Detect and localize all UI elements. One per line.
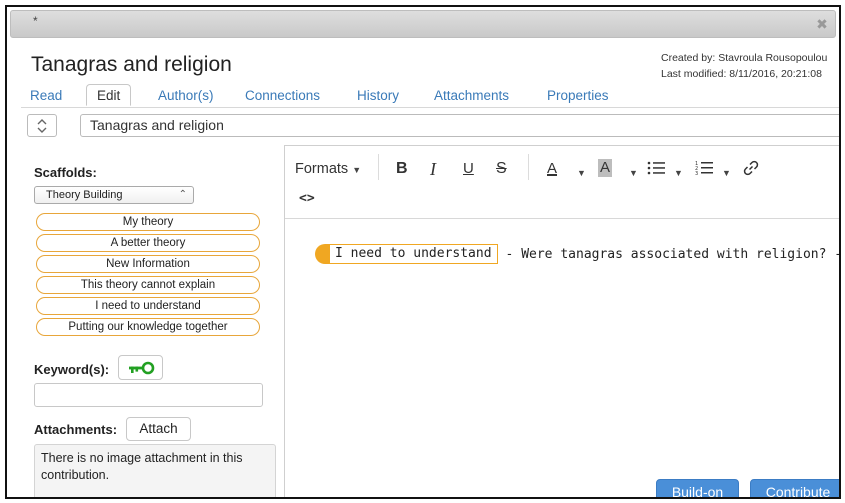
keywords-label: Keyword(s): xyxy=(34,362,110,377)
attachments-label: Attachments: xyxy=(34,422,118,437)
numbered-list-icon[interactable]: 1 2 3 xyxy=(695,160,713,176)
caret-down-icon[interactable]: ▼ xyxy=(674,164,683,182)
scaffold-my-theory[interactable]: My theory xyxy=(36,213,260,231)
created-by: Created by: Stavroula Rousopoulou xyxy=(661,52,828,64)
up-down-icon: ⌃ xyxy=(178,189,187,200)
tab-connections[interactable]: Connections xyxy=(245,85,320,107)
keyword-input[interactable] xyxy=(34,383,263,407)
tab-edit[interactable]: Edit xyxy=(86,84,132,106)
svg-text:3: 3 xyxy=(695,171,698,176)
rich-text-editor: Formats ▼ B I U S A ▼ A ▼ ▼ 1 2 3 ▼ <> I… xyxy=(284,145,841,497)
caret-down-icon[interactable]: ▼ xyxy=(577,164,586,182)
tab-divider xyxy=(21,107,839,108)
background-color-button[interactable]: A xyxy=(598,159,613,177)
caret-down-icon[interactable]: ▼ xyxy=(722,164,731,182)
editor-content[interactable]: I need to understand - Were tanagras asso… xyxy=(315,244,841,266)
bold-button[interactable]: B xyxy=(396,160,408,178)
tab-attachments[interactable]: Attachments xyxy=(434,85,509,107)
contribute-button[interactable]: Contribute xyxy=(750,479,839,497)
editor-toolbar: Formats ▼ B I U S A ▼ A ▼ ▼ 1 2 3 ▼ <> xyxy=(285,146,839,219)
caret-down-icon: ▼ xyxy=(352,165,362,175)
bullet-list-icon[interactable] xyxy=(647,161,665,175)
scaffold-select[interactable]: Theory Building ⌃ xyxy=(34,186,194,204)
scaffold-new-information[interactable]: New Information xyxy=(36,255,260,273)
note-title: Tanagras and religion xyxy=(31,53,232,76)
attach-button[interactable]: Attach xyxy=(126,417,191,441)
key-icon xyxy=(129,361,155,375)
attachment-info: There is no image attachment in this con… xyxy=(34,444,276,497)
title-input[interactable]: Tanagras and religion xyxy=(80,114,839,137)
note-type-spinner[interactable] xyxy=(27,114,57,137)
up-down-icon xyxy=(37,119,47,133)
last-modified: Last modified: 8/11/2016, 20:21:08 xyxy=(661,68,822,80)
formats-label: Formats xyxy=(295,161,349,177)
caret-down-icon[interactable]: ▼ xyxy=(629,164,638,182)
tab-properties[interactable]: Properties xyxy=(547,85,609,107)
scaffold-tag: I need to understand xyxy=(329,244,498,264)
scaffold-better-theory[interactable]: A better theory xyxy=(36,234,260,252)
toolbar-separator xyxy=(528,154,529,180)
scaffold-knowledge-together[interactable]: Putting our knowledge together xyxy=(36,318,260,336)
note-window: * ✖ Tanagras and religion Created by: St… xyxy=(5,5,841,499)
italic-button[interactable]: I xyxy=(430,160,436,178)
note-meta: Created by: Stavroula Rousopoulou Last m… xyxy=(661,50,827,82)
scaffold-select-value: Theory Building xyxy=(46,189,123,201)
close-icon[interactable]: ✖ xyxy=(813,15,831,33)
link-icon[interactable] xyxy=(743,160,759,176)
font-color-button[interactable]: A xyxy=(547,160,557,178)
scaffold-cannot-explain[interactable]: This theory cannot explain xyxy=(36,276,260,294)
scaffold-need-to-understand[interactable]: I need to understand xyxy=(36,297,260,315)
tab-authors[interactable]: Author(s) xyxy=(158,85,214,107)
keyword-button[interactable] xyxy=(118,355,163,380)
unsaved-marker: * xyxy=(33,14,38,28)
underline-button[interactable]: U xyxy=(463,160,474,178)
toolbar-separator xyxy=(378,154,379,180)
scaffold-list: My theory A better theory New Informatio… xyxy=(36,213,260,339)
scaffold-start-marker xyxy=(315,244,329,264)
scaffolds-label: Scaffolds: xyxy=(34,165,97,180)
build-on-button[interactable]: Build-on xyxy=(656,479,739,497)
strikethrough-button[interactable]: S xyxy=(496,160,507,178)
formats-menu[interactable]: Formats ▼ xyxy=(295,160,361,179)
source-code-button[interactable]: <> xyxy=(299,190,315,208)
window-titlebar[interactable]: * ✖ xyxy=(10,10,836,38)
tab-history[interactable]: History xyxy=(357,85,399,107)
note-sentence: - Were tanagras associated with religion… xyxy=(505,246,841,262)
tab-read[interactable]: Read xyxy=(30,85,62,107)
